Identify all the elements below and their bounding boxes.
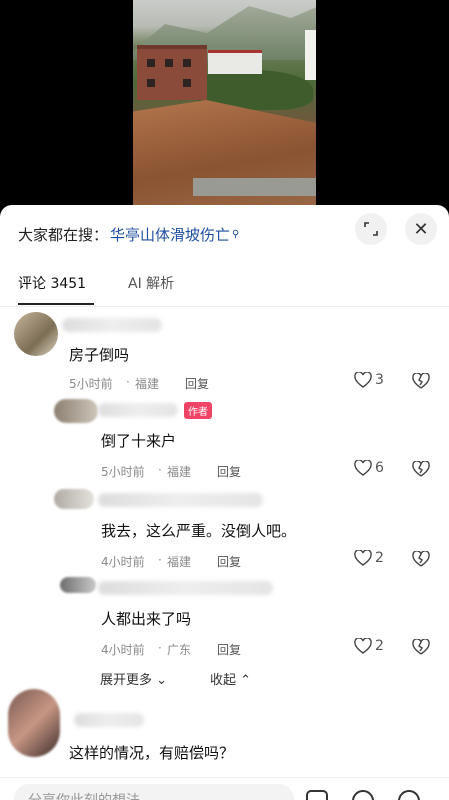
video-frame (133, 0, 316, 215)
comment-dot: · (158, 463, 162, 477)
comment-text: 倒了十来户 (101, 432, 177, 450)
comment-dot: · (126, 375, 130, 389)
comment-location: 福建 (167, 555, 192, 569)
comment-location: 福建 (135, 377, 160, 391)
dislike-button[interactable] (412, 460, 430, 481)
video-wall (193, 178, 316, 196)
like-button[interactable]: 2 (354, 638, 384, 654)
like-count: 6 (375, 460, 384, 476)
expand-more-replies[interactable]: 展开更多 ⌄ (100, 669, 167, 688)
like-count: 3 (375, 372, 384, 388)
search-prefix: 大家都在搜： (18, 225, 109, 244)
chevron-up-icon: ⌃ (240, 673, 252, 688)
broken-heart-icon (412, 460, 430, 477)
heart-icon (354, 372, 372, 388)
tab-ai-analysis[interactable]: AI 解析 (128, 273, 174, 293)
comment-input[interactable]: 分享你此刻的想法 (14, 784, 294, 800)
close-button[interactable]: ✕ (405, 213, 437, 245)
comment-input-bar: 分享你此刻的想法 (0, 777, 449, 800)
reply-button[interactable]: 回复 (185, 375, 209, 392)
reply-button[interactable]: 回复 (217, 553, 241, 570)
avatar[interactable] (14, 312, 58, 356)
comment-text: 这样的情况，有赔偿吗？ (69, 744, 235, 762)
username-blurred[interactable] (98, 403, 178, 417)
comment-sheet: 大家都在搜： 华亭山体滑坡伤亡 ⚲ ✕ 评论 3451 AI 解析 房子倒吗 5… (0, 205, 449, 800)
comment-text: 我去，这么严重。没倒人吧。 (101, 522, 297, 540)
active-tab-indicator (18, 303, 94, 305)
expand-button[interactable] (355, 213, 387, 245)
search-icon: ⚲ (232, 228, 240, 240)
video-house (137, 45, 207, 100)
avatar[interactable] (60, 577, 96, 593)
emoji-icon[interactable] (398, 790, 420, 800)
avatar[interactable] (54, 489, 94, 509)
like-button[interactable]: 6 (354, 460, 384, 476)
author-badge: 作者 (184, 402, 212, 419)
expand-more-label: 展开更多 (100, 673, 153, 688)
comment-location: 广东 (167, 643, 192, 657)
comment-time: 5小时前 (69, 377, 113, 391)
reply-button[interactable]: 回复 (217, 641, 241, 658)
avatar[interactable] (8, 689, 60, 757)
dislike-button[interactable] (412, 550, 430, 571)
heart-icon (354, 550, 372, 566)
tab-bar: 评论 3451 AI 解析 (0, 265, 449, 307)
comment-time: 4小时前 (101, 555, 145, 569)
comment-text: 房子倒吗 (69, 346, 130, 364)
mention-icon[interactable] (352, 790, 374, 800)
broken-heart-icon (412, 638, 430, 655)
heart-icon (354, 460, 372, 476)
collapse-replies[interactable]: 收起 ⌃ (210, 669, 251, 688)
video-player[interactable] (0, 0, 449, 215)
like-count: 2 (375, 638, 384, 654)
comment-time: 4小时前 (101, 643, 145, 657)
comment-time: 5小时前 (101, 465, 145, 479)
like-count: 2 (375, 550, 384, 566)
comment-dot: · (158, 641, 162, 655)
username-blurred[interactable] (98, 581, 273, 595)
username-blurred[interactable] (74, 713, 144, 727)
expand-icon (364, 222, 378, 236)
username-blurred[interactable] (62, 318, 162, 332)
tab-comments[interactable]: 评论 3451 (18, 273, 86, 293)
broken-heart-icon (412, 372, 430, 389)
video-house (305, 30, 316, 80)
comment-dot: · (158, 553, 162, 567)
avatar[interactable] (54, 399, 98, 423)
comment-text: 人都出来了吗 (101, 610, 192, 628)
dislike-button[interactable] (412, 372, 430, 393)
broken-heart-icon (412, 550, 430, 567)
heart-icon (354, 638, 372, 654)
video-house (208, 50, 262, 74)
trending-search[interactable]: 大家都在搜： 华亭山体滑坡伤亡 ⚲ (18, 223, 239, 245)
search-term-link[interactable]: 华亭山体滑坡伤亡 (110, 224, 230, 245)
like-button[interactable]: 2 (354, 550, 384, 566)
like-button[interactable]: 3 (354, 372, 384, 388)
close-icon: ✕ (413, 218, 429, 240)
collapse-label: 收起 (210, 673, 237, 688)
video-landslide (133, 100, 316, 215)
image-icon[interactable] (306, 790, 328, 800)
username-blurred[interactable] (98, 493, 263, 507)
comment-location: 福建 (167, 465, 192, 479)
reply-button[interactable]: 回复 (217, 463, 241, 480)
chevron-down-icon: ⌄ (156, 673, 168, 688)
dislike-button[interactable] (412, 638, 430, 659)
